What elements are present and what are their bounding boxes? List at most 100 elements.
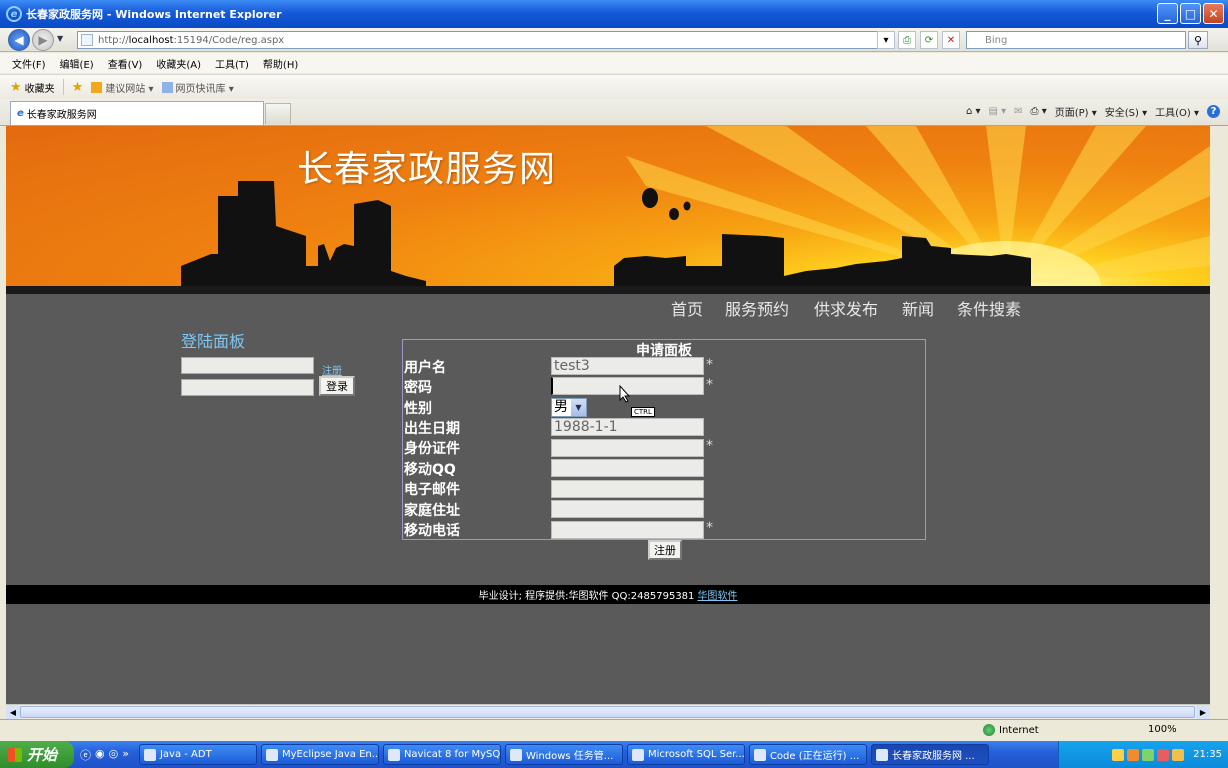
- task-label: Navicat 8 for MySQL: [403, 749, 501, 760]
- label-qq: 移动QQ: [404, 462, 456, 478]
- back-button[interactable]: ◀: [8, 29, 30, 51]
- task-label: Microsoft SQL Ser...: [647, 749, 745, 760]
- help-icon[interactable]: ?: [1207, 105, 1220, 118]
- menu-view[interactable]: 查看(V): [108, 56, 143, 71]
- home-icon[interactable]: ⌂ ▾: [966, 106, 981, 117]
- birthdate-input[interactable]: 1988-1-1: [551, 418, 704, 436]
- menu-file[interactable]: 文件(F): [12, 56, 46, 71]
- scroll-left-icon[interactable]: ◀: [6, 705, 20, 719]
- tab-current[interactable]: e 长春家政服务网: [10, 101, 264, 125]
- history-dropdown-icon[interactable]: ▼: [57, 34, 63, 43]
- print-icon[interactable]: ⎙ ▾: [1031, 106, 1047, 117]
- web-slice-gallery[interactable]: 网页快讯库 ▾: [161, 80, 234, 95]
- sun-rays-graphic: [181, 126, 1210, 294]
- menu-help[interactable]: 帮助(H): [263, 56, 298, 71]
- search-input[interactable]: Bing: [966, 31, 1186, 49]
- ie-quicklaunch-icon[interactable]: ⓔ: [80, 747, 91, 763]
- forward-button[interactable]: ▶: [32, 29, 54, 51]
- task-label: Java - ADT: [159, 749, 212, 760]
- register-submit-button[interactable]: 注册: [648, 540, 682, 560]
- username-input[interactable]: test3: [551, 357, 704, 375]
- tray-icon[interactable]: [1172, 748, 1185, 761]
- label-birthdate: 出生日期: [404, 421, 460, 437]
- task-label: Code (正在运行) ...: [769, 751, 860, 762]
- menu-favorites[interactable]: 收藏夹(A): [156, 56, 201, 71]
- zoom-level[interactable]: 100%: [1148, 724, 1177, 735]
- nav-news[interactable]: 新闻: [902, 296, 934, 320]
- mail-icon[interactable]: ✉: [1014, 106, 1022, 117]
- security-zone[interactable]: Internet: [983, 724, 1039, 736]
- close-button[interactable]: ✕: [1203, 3, 1224, 24]
- more-quicklaunch-icon[interactable]: »: [122, 747, 129, 763]
- site-nav: 首页 服务预约 供求发布 新闻 条件搜素: [6, 294, 1210, 319]
- search-icon[interactable]: ⚲: [1188, 31, 1208, 49]
- task-myeclipse[interactable]: MyEclipse Java En...: [260, 744, 379, 765]
- scroll-right-icon[interactable]: ▶: [1196, 705, 1210, 719]
- task-icon: [509, 748, 522, 761]
- site-title: 长春家政服务网: [297, 149, 557, 190]
- task-label: Windows 任务管...: [525, 751, 614, 762]
- tools-menu[interactable]: 工具(O) ▾: [1155, 104, 1199, 119]
- register-link[interactable]: 注册: [322, 362, 342, 377]
- refresh-icon[interactable]: ⟳: [920, 31, 938, 49]
- required-mark: *: [706, 520, 713, 536]
- tab-ie-icon: e: [17, 108, 24, 119]
- feeds-icon[interactable]: ▤ ▾: [988, 106, 1006, 117]
- window-titlebar: e 长春家政服务网 - Windows Internet Explorer _ …: [0, 0, 1228, 28]
- compat-view-icon[interactable]: ⎙: [898, 31, 916, 49]
- task-sql-server[interactable]: Microsoft SQL Ser...: [626, 744, 745, 765]
- tray-icon[interactable]: [1112, 748, 1125, 761]
- menu-bar: 文件(F) 编辑(E) 查看(V) 收藏夹(A) 工具(T) 帮助(H): [0, 53, 1228, 73]
- task-navicat[interactable]: Navicat 8 for MySQL: [382, 744, 501, 765]
- page-menu[interactable]: 页面(P) ▾: [1055, 104, 1097, 119]
- add-favorite-icon[interactable]: ★: [72, 80, 84, 95]
- task-icon: [753, 748, 766, 761]
- gender-select[interactable]: 男 ▼: [551, 398, 587, 417]
- suggested-sites[interactable]: 建议网站 ▾: [91, 80, 154, 95]
- tray-icon[interactable]: [1157, 748, 1170, 761]
- task-adt[interactable]: Java - ADT: [138, 744, 257, 765]
- address-dropdown-icon[interactable]: ▾: [877, 31, 895, 49]
- search-placeholder: Bing: [985, 34, 1008, 46]
- qq-input[interactable]: [551, 459, 704, 477]
- tray-icon[interactable]: [1142, 748, 1155, 761]
- address-input[interactable]: http://localhost:15194/Code/reg.aspx: [77, 31, 892, 49]
- ctrl-indicator: CTRL: [631, 407, 655, 417]
- nav-home[interactable]: 首页: [671, 296, 703, 320]
- home-address-input[interactable]: [551, 500, 704, 518]
- task-task-manager[interactable]: Windows 任务管...: [504, 744, 623, 765]
- chrome-quicklaunch-icon[interactable]: ◎: [109, 747, 119, 763]
- task-icon: [143, 748, 156, 761]
- safety-menu[interactable]: 安全(S) ▾: [1105, 104, 1147, 119]
- login-password-input[interactable]: [181, 379, 314, 396]
- minimize-button[interactable]: _: [1157, 3, 1178, 24]
- tray-icon[interactable]: [1127, 748, 1140, 761]
- task-ie-active[interactable]: 长春家政服务网 ...: [870, 744, 989, 765]
- menu-tools[interactable]: 工具(T): [215, 56, 249, 71]
- firefox-quicklaunch-icon[interactable]: ◉: [95, 747, 105, 763]
- stop-icon[interactable]: ✕: [942, 31, 960, 49]
- mobile-input[interactable]: [551, 521, 704, 539]
- footer-text: 毕业设计; 程序提供:华图软件 QQ:2485795381: [478, 591, 695, 602]
- label-mobile: 移动电话: [404, 523, 460, 539]
- footer-link[interactable]: 华图软件: [697, 587, 737, 602]
- status-bar: Internet 100%: [0, 719, 1228, 741]
- login-username-input[interactable]: [181, 357, 314, 374]
- address-row: ◀ ▶ ▼ http://localhost:15194/Code/reg.as…: [0, 28, 1228, 52]
- horizontal-scrollbar[interactable]: ◀ ▶: [6, 704, 1210, 719]
- start-button[interactable]: 开始: [0, 741, 74, 768]
- task-icon: [387, 748, 400, 761]
- nav-supply-demand[interactable]: 供求发布: [814, 296, 878, 320]
- menu-edit[interactable]: 编辑(E): [60, 56, 94, 71]
- login-button[interactable]: 登录: [319, 376, 355, 396]
- id-card-input[interactable]: [551, 439, 704, 457]
- email-input[interactable]: [551, 480, 704, 498]
- task-icon: [631, 748, 644, 761]
- scroll-thumb[interactable]: [20, 706, 1195, 718]
- nav-booking[interactable]: 服务预约: [725, 296, 789, 320]
- favorites-button[interactable]: ★ 收藏夹: [10, 80, 55, 95]
- task-code[interactable]: Code (正在运行) ...: [748, 744, 867, 765]
- nav-search[interactable]: 条件搜素: [957, 296, 1021, 320]
- maximize-button[interactable]: □: [1180, 3, 1201, 24]
- new-tab-button[interactable]: [265, 103, 291, 124]
